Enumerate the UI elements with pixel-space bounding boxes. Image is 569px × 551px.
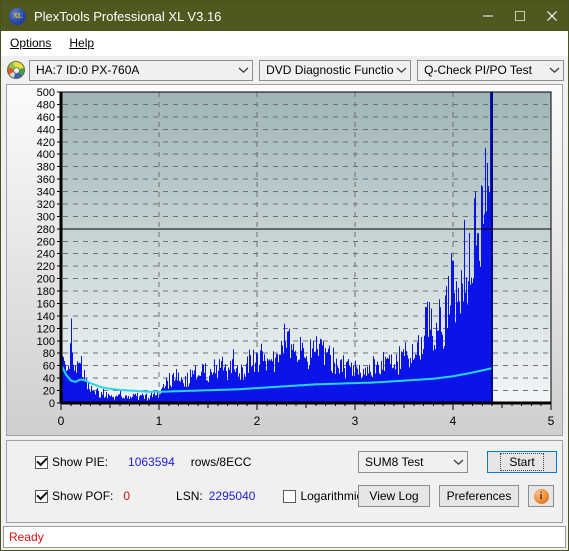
status-bar: Ready xyxy=(3,526,566,548)
svg-text:140: 140 xyxy=(37,311,55,323)
function-select[interactable]: DVD Diagnostic Functions xyxy=(259,59,412,81)
svg-text:100: 100 xyxy=(37,336,55,348)
test-select-value: Q-Check PI/PO Test xyxy=(424,63,532,77)
chart-panel: 0 20 40 60 80 100 120 140 160 180 200 220 240 260 280 3… xyxy=(6,84,563,436)
show-pie-label: Show PIE: xyxy=(52,455,109,469)
logarithmic-checkbox[interactable] xyxy=(283,489,297,503)
sum-test-select-value: SUM8 Test xyxy=(365,455,424,469)
svg-text:180: 180 xyxy=(37,286,55,298)
start-button-label: Start xyxy=(500,453,544,471)
svg-text:80: 80 xyxy=(43,348,55,360)
svg-text:20: 20 xyxy=(43,386,55,398)
svg-text:460: 460 xyxy=(37,112,55,124)
logarithmic-label: Logarithmic xyxy=(300,489,363,503)
pie-unit-label: rows/8ECC xyxy=(190,455,252,469)
drive-select[interactable]: HA:7 ID:0 PX-760A xyxy=(29,59,254,81)
plextools-window: XL PlexTools Professional XL V3.16 Optio… xyxy=(0,0,569,551)
lsn-value: 2295040 xyxy=(208,489,256,503)
info-button[interactable]: i xyxy=(528,485,554,507)
svg-text:5: 5 xyxy=(548,414,555,428)
pof-value: 0 xyxy=(123,489,131,503)
info-icon: i xyxy=(533,488,549,504)
svg-text:420: 420 xyxy=(37,137,55,149)
svg-text:280: 280 xyxy=(37,224,55,236)
chevron-down-icon xyxy=(235,66,252,74)
svg-text:3: 3 xyxy=(352,414,359,428)
selector-toolbar: HA:7 ID:0 PX-760A DVD Diagnostic Functio… xyxy=(1,56,568,84)
chevron-down-icon xyxy=(450,458,467,466)
preferences-button-label: Preferences xyxy=(446,489,512,503)
svg-text:340: 340 xyxy=(37,187,55,199)
svg-text:320: 320 xyxy=(37,199,55,211)
svg-text:240: 240 xyxy=(37,249,55,261)
svg-text:60: 60 xyxy=(43,361,55,373)
chevron-down-icon xyxy=(546,66,563,74)
lsn-label: LSN: xyxy=(176,489,203,503)
start-button[interactable]: Start xyxy=(487,451,557,473)
chart-svg: 0204060801001201401601802002202402602803… xyxy=(37,87,555,428)
show-pof-label: Show POF: xyxy=(52,489,114,503)
svg-text:260: 260 xyxy=(37,236,55,248)
svg-text:440: 440 xyxy=(37,124,55,136)
svg-text:380: 380 xyxy=(37,162,55,174)
svg-text:360: 360 xyxy=(37,174,55,186)
menu-item-help[interactable]: Help xyxy=(60,31,103,55)
close-icon[interactable] xyxy=(536,1,568,31)
sum-test-select[interactable]: SUM8 Test xyxy=(358,451,468,473)
view-log-button-label: View Log xyxy=(369,489,419,503)
controls-panel: Show PIE: 1063594 rows/8ECC SUM8 Test St… xyxy=(6,440,563,523)
minimize-icon[interactable] xyxy=(472,1,504,31)
chevron-down-icon xyxy=(393,66,410,74)
svg-text:480: 480 xyxy=(37,99,55,111)
menu-options-label: Options xyxy=(10,36,52,50)
view-log-button[interactable]: View Log xyxy=(358,485,430,507)
window-title: PlexTools Professional XL V3.16 xyxy=(34,8,222,24)
show-pof-checkbox[interactable] xyxy=(35,489,48,503)
menu-bar: Options Help xyxy=(1,31,568,56)
function-select-value: DVD Diagnostic Functions xyxy=(266,63,394,77)
svg-text:0: 0 xyxy=(49,398,55,410)
test-select[interactable]: Q-Check PI/PO Test xyxy=(417,59,564,81)
controls-row-pof: Show POF: 0 LSN: 2295040 Logarithmic Vie… xyxy=(7,483,562,509)
preferences-button[interactable]: Preferences xyxy=(439,485,519,507)
pie-value: 1063594 xyxy=(128,455,175,469)
controls-row-pie: Show PIE: 1063594 rows/8ECC SUM8 Test St… xyxy=(7,449,562,475)
xl-logo-icon: XL xyxy=(9,7,26,25)
svg-text:120: 120 xyxy=(37,323,55,335)
svg-text:40: 40 xyxy=(43,373,55,385)
svg-text:220: 220 xyxy=(37,261,55,273)
svg-text:300: 300 xyxy=(37,211,55,223)
svg-text:500: 500 xyxy=(37,87,55,99)
menu-help-label: Help xyxy=(69,36,95,50)
menu-item-options[interactable]: Options xyxy=(1,31,60,55)
svg-text:400: 400 xyxy=(37,149,55,161)
svg-text:200: 200 xyxy=(37,274,55,286)
drive-select-value: HA:7 ID:0 PX-760A xyxy=(36,63,140,77)
svg-text:4: 4 xyxy=(450,414,457,428)
svg-text:0: 0 xyxy=(58,414,65,428)
svg-text:160: 160 xyxy=(37,298,55,310)
maximize-icon[interactable] xyxy=(504,1,536,31)
window-controls xyxy=(472,1,568,31)
svg-text:1: 1 xyxy=(156,414,163,428)
pi-po-chart: 0 20 40 60 80 100 120 140 160 180 200 220 240 260 280 3… xyxy=(7,85,564,435)
svg-text:2: 2 xyxy=(254,414,261,428)
status-text: Ready xyxy=(9,530,44,544)
show-pie-checkbox[interactable] xyxy=(35,455,48,469)
title-bar: XL PlexTools Professional XL V3.16 xyxy=(1,1,568,31)
optical-disc-icon xyxy=(7,61,25,79)
